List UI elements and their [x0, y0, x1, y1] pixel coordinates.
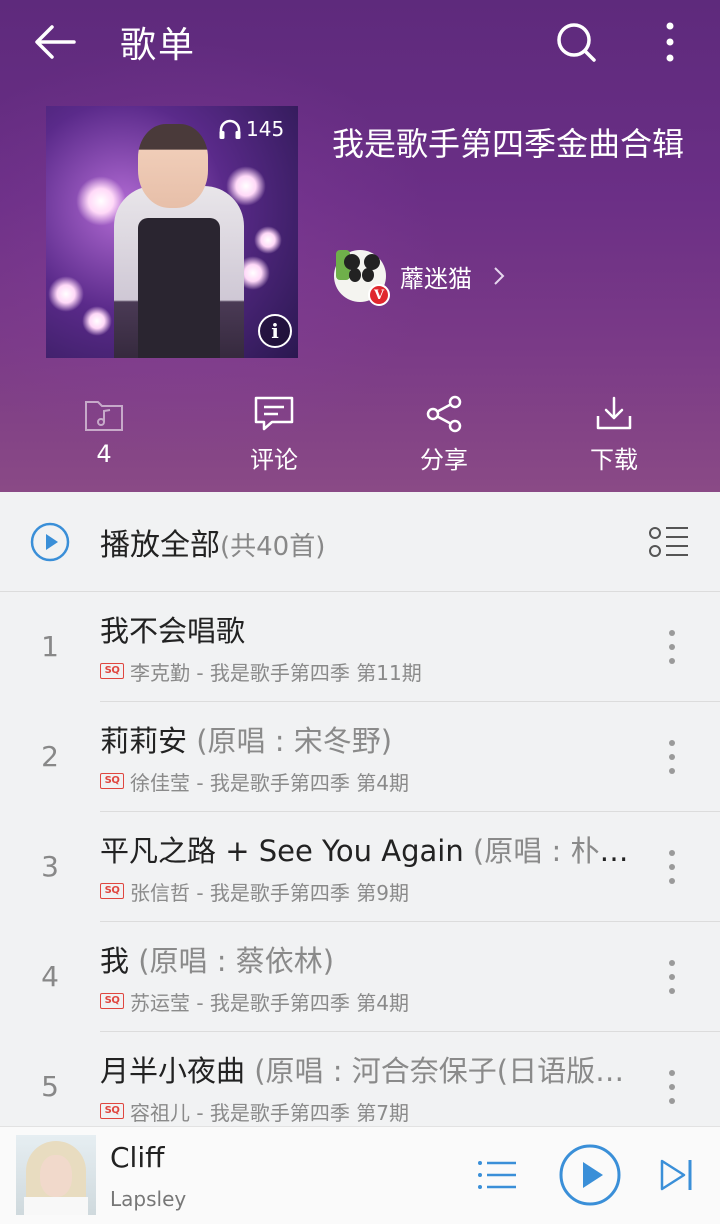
- sq-badge: SQ: [100, 773, 124, 789]
- album-cover[interactable]: [16, 1135, 96, 1215]
- playlist-header: 歌单 145 i 我是歌手第四季金曲合辑 V 蘼迷猫 4 评论 分享 下载: [0, 0, 720, 492]
- creator-link[interactable]: V 蘼迷猫: [334, 248, 506, 306]
- play-all-text: 播放全部: [100, 528, 220, 563]
- song-title: 我 (原唱 : 蔡依林): [100, 938, 630, 980]
- song-title-text: 平凡之路 + See You Again: [100, 834, 464, 868]
- headphones-icon: [219, 119, 241, 139]
- share-button[interactable]: 分享: [384, 394, 504, 480]
- avatar: V: [334, 250, 390, 306]
- song-index: 4: [41, 960, 59, 993]
- mini-player[interactable]: Cliff Lapsley: [0, 1126, 720, 1224]
- sq-badge: SQ: [100, 883, 124, 899]
- song-index: 5: [41, 1070, 59, 1103]
- song-meta: SQ 张信哲 - 我是歌手第四季 第9期: [100, 878, 410, 905]
- play-all-row[interactable]: 播放全部(共40首): [0, 492, 720, 592]
- song-meta: SQ 容祖儿 - 我是歌手第四季 第7期: [100, 1098, 410, 1125]
- list-item[interactable]: 2 莉莉安 (原唱 : 宋冬野) SQ 徐佳莹 - 我是歌手第四季 第4期: [0, 702, 720, 812]
- sq-badge: SQ: [100, 993, 124, 1009]
- download-button[interactable]: 下载: [554, 394, 674, 480]
- list-item[interactable]: 4 我 (原唱 : 蔡依林) SQ 苏运莹 - 我是歌手第四季 第4期: [0, 922, 720, 1032]
- share-icon: [426, 395, 462, 433]
- now-playing-title: Cliff: [110, 1141, 165, 1174]
- song-original: (原唱 : 朴树…: [472, 834, 630, 868]
- song-title: 我不会唱歌: [100, 608, 630, 650]
- comment-icon: [254, 396, 294, 431]
- song-index: 2: [41, 740, 59, 773]
- song-title-text: 我: [100, 944, 130, 978]
- song-title-text: 我不会唱歌: [100, 614, 246, 648]
- song-index: 1: [41, 630, 59, 663]
- song-meta-text: 苏运莹 - 我是歌手第四季 第4期: [130, 990, 410, 1015]
- playlist-queue-icon[interactable]: [476, 1155, 518, 1195]
- folder-music-icon: [85, 401, 123, 431]
- creator-name: 蘼迷猫: [400, 264, 472, 293]
- action-bar: 4 评论 分享 下载: [0, 394, 720, 480]
- chevron-right-icon: [494, 267, 505, 285]
- download-label: 下载: [590, 446, 638, 474]
- more-vertical-icon[interactable]: [660, 958, 684, 996]
- top-bar: 歌单: [0, 0, 720, 84]
- play-icon[interactable]: [558, 1143, 622, 1207]
- sq-badge: SQ: [100, 1103, 124, 1119]
- song-index: 3: [41, 850, 59, 883]
- play-count-value: 145: [246, 117, 285, 141]
- sq-badge: SQ: [100, 663, 124, 679]
- song-meta: SQ 李克勤 - 我是歌手第四季 第11期: [100, 658, 422, 685]
- playlist-title: 我是歌手第四季金曲合辑: [332, 125, 685, 163]
- download-icon: [596, 396, 632, 430]
- song-meta-text: 张信哲 - 我是歌手第四季 第9期: [130, 880, 410, 905]
- list-item[interactable]: 1 我不会唱歌 SQ 李克勤 - 我是歌手第四季 第11期: [0, 592, 720, 702]
- song-meta: SQ 苏运莹 - 我是歌手第四季 第4期: [100, 988, 410, 1015]
- song-meta-text: 徐佳莹 - 我是歌手第四季 第4期: [130, 770, 410, 795]
- song-original: (原唱 : 河合奈保子(日语版…: [245, 1054, 625, 1088]
- comment-button[interactable]: 评论: [214, 394, 334, 480]
- song-meta: SQ 徐佳莹 - 我是歌手第四季 第4期: [100, 768, 410, 795]
- song-meta-text: 李克勤 - 我是歌手第四季 第11期: [130, 660, 422, 685]
- next-track-icon[interactable]: [656, 1155, 696, 1195]
- search-button[interactable]: [552, 18, 600, 66]
- song-title-text: 月半小夜曲: [100, 1054, 246, 1088]
- page-title: 歌单: [120, 25, 197, 66]
- comment-label: 评论: [250, 446, 298, 474]
- collect-count: 4: [96, 440, 112, 468]
- play-circle-icon: [30, 522, 70, 562]
- play-count: 145: [218, 114, 284, 144]
- song-title: 月半小夜曲 (原唱 : 河合奈保子(日语版…: [100, 1048, 630, 1090]
- collect-button[interactable]: 4: [44, 394, 164, 480]
- info-button[interactable]: i: [258, 314, 292, 348]
- back-arrow-icon: [35, 25, 76, 59]
- play-all-count: (共40首): [220, 532, 326, 562]
- more-vertical-icon: [666, 22, 674, 62]
- search-icon: [557, 23, 596, 62]
- verified-badge: V: [368, 284, 390, 306]
- song-original: (原唱 : 宋冬野): [187, 724, 393, 758]
- multi-select-icon[interactable]: [646, 522, 690, 562]
- now-playing-artist: Lapsley: [110, 1187, 187, 1211]
- more-button[interactable]: [650, 18, 690, 66]
- more-vertical-icon[interactable]: [660, 738, 684, 776]
- song-original: (原唱 : 蔡依林): [129, 944, 335, 978]
- more-vertical-icon[interactable]: [660, 848, 684, 886]
- info-icon: i: [271, 319, 279, 343]
- song-title-text: 莉莉安: [100, 724, 188, 758]
- song-title: 莉莉安 (原唱 : 宋冬野): [100, 718, 630, 760]
- more-vertical-icon[interactable]: [660, 1068, 684, 1106]
- playlist-cover[interactable]: 145 i: [46, 106, 298, 358]
- more-vertical-icon[interactable]: [660, 628, 684, 666]
- song-meta-text: 容祖儿 - 我是歌手第四季 第7期: [130, 1100, 410, 1125]
- song-title: 平凡之路 + See You Again (原唱 : 朴树…: [100, 828, 630, 870]
- share-label: 分享: [420, 446, 468, 474]
- back-button[interactable]: [30, 20, 80, 64]
- play-all-label: 播放全部(共40首): [100, 520, 325, 564]
- list-item[interactable]: 3 平凡之路 + See You Again (原唱 : 朴树… SQ 张信哲 -…: [0, 812, 720, 922]
